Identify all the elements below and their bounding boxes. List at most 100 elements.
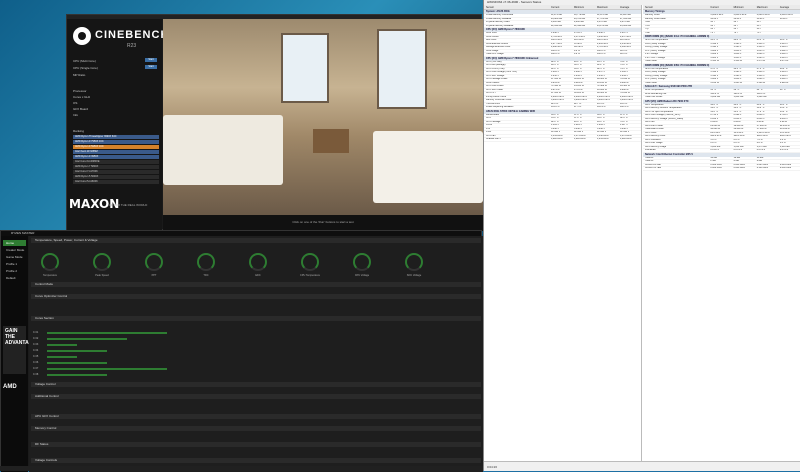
sensor-name: CPU Package Power [486, 78, 508, 80]
ryzen-master-window[interactable]: RYZEN MASTER Home Creator Mode Game Mode… [0, 230, 483, 472]
sensor-value: 12.096 V [551, 131, 561, 133]
nav-default[interactable]: Default [3, 275, 26, 281]
nav-creator-mode[interactable]: Creator Mode [3, 247, 26, 253]
nav-profile-1[interactable]: Profile 1 [3, 261, 26, 267]
column-header[interactable]: Sensor [484, 5, 549, 9]
sensor-value: 76 T [710, 31, 715, 34]
nav-home[interactable]: Home [3, 240, 26, 246]
sensor-value: 9,002 MB [574, 21, 584, 23]
sensor-name: GPU Hot Spot Temperature [645, 110, 674, 113]
sensor-value: 15.0 MHz [733, 131, 744, 134]
sensor-value: 10.004 W [597, 88, 607, 91]
sensor-value: 100.0 MHz [597, 39, 609, 41]
rank-item[interactable]: AMD Ryzen 5 5600X [73, 175, 159, 179]
rank-item[interactable]: AMD Ryzen 9 3950X [73, 155, 159, 159]
advertisement-banner[interactable]: GAIN THE ADVANTAGE [3, 326, 36, 374]
section-control-mode[interactable]: Control Mode [31, 282, 481, 287]
sensor-value: 56.0 °C [597, 117, 605, 119]
section-memory-control[interactable]: Memory Control [31, 426, 481, 431]
sensor-value: 1.395 V [733, 71, 742, 73]
sensor-value: 82.8 °C [551, 60, 559, 63]
column-header[interactable]: Current [549, 5, 572, 9]
column-header[interactable]: Maximum [755, 5, 778, 9]
hwinfo-left-pane[interactable]: Sensor Current Minimum Maximum Average System… [484, 5, 642, 461]
column-header[interactable]: Minimum [732, 5, 755, 9]
rank-item[interactable]: AMD Ryzen Threadripper 3990X 64C [73, 135, 159, 139]
section-additional-control[interactable]: Additional Control [31, 394, 481, 399]
sensor-name: CPU Core Power [486, 85, 504, 87]
sensor-name: +12V [486, 131, 492, 133]
sensor-row[interactable]: Current UP rate 0.000 KB/s 0.000 KB/s 2.138… [643, 167, 800, 171]
nav-profile-2[interactable]: Profile 2 [3, 268, 26, 274]
ryzen-sidebar: Home Creator Mode Game Mode Profile 1 Pr… [1, 236, 36, 472]
core-bar [47, 338, 127, 340]
hwinfo-window[interactable]: HWiNFO64 v7.36-4900 - Sensors Status Sen… [483, 0, 800, 471]
column-header[interactable]: Average [618, 5, 641, 9]
cinebench-window[interactable]: CINEBENCH R23 CPU (Multi Core) Start CPU… [66, 14, 483, 231]
sensor-value: 10.245 W [597, 81, 607, 84]
sensor-value: 14.123 W [574, 85, 584, 87]
rank-item[interactable]: Intel Core i7-11700K [73, 170, 159, 174]
nav-game-mode[interactable]: Game Mode [3, 254, 26, 260]
cpu-single-start-button[interactable]: Start [145, 65, 157, 69]
sensor-name: VPP (SWC) Voltage [645, 78, 666, 80]
sensor-name: VDD (SWA) Voltage [645, 42, 666, 45]
sensor-value: 1.085 V [551, 71, 559, 73]
sensor-value: 1.800 V [710, 49, 719, 52]
sensor-name: Trcd [645, 24, 650, 27]
rank-item[interactable]: AMD Ryzen 7 5800X [73, 165, 159, 169]
column-header[interactable]: Sensor [643, 5, 708, 9]
sensor-value: 1.082 V [574, 71, 582, 73]
sensor-name: GPU Memory Usage [645, 145, 667, 148]
sensor-value: 1.800 V [733, 78, 742, 80]
sensor-row[interactable]: Chassis Fan 1 1,028 RPM 1,020 RPM 1,034 RPM… [484, 138, 641, 142]
sensor-value: 51.0 °C [733, 110, 742, 113]
cinebench-status: Click on one of the 'Run' buttons to sta… [163, 215, 483, 231]
sensor-value: 47.3 °C [756, 67, 765, 70]
sensor-value: 53.0 °C [710, 110, 719, 113]
sensor-name: CPU Core Voltage (SVI3 TFN) [486, 71, 517, 73]
section-voltage-controls[interactable]: Voltage Controls [31, 458, 481, 463]
section-temperature[interactable]: Temperature, Speed, Power, Current & Vol… [31, 238, 481, 243]
sensor-value: 79.812 W [620, 78, 630, 80]
section-voltage-control[interactable]: Voltage Control [31, 382, 481, 387]
sensor-value: 12.096 V [574, 131, 584, 133]
rank-item[interactable]: Intel Core i9-10980XE [73, 160, 159, 164]
sensor-value: 1.250 V [551, 74, 559, 77]
section-curve-optimizer[interactable]: Curve Optimizer Control [31, 294, 481, 299]
section-cores[interactable]: Cores Section [31, 316, 481, 321]
column-header[interactable]: Maximum [595, 5, 618, 9]
sensor-name: Memory Controller Clock [486, 99, 512, 101]
rank-item[interactable]: AMD Ryzen 9 5950X 16C [73, 145, 159, 149]
sensor-value: 5.040 V [620, 127, 628, 130]
sensor-value: 53.6 MHz [779, 131, 790, 134]
sensor-value: 0.0 % [733, 142, 740, 144]
core-row: C 03 [33, 343, 39, 346]
sensor-value [778, 160, 800, 163]
sensor-value: 1,209 GB [756, 96, 767, 98]
rank-item[interactable]: AMD Ryzen 9 7950X 16C [73, 140, 159, 144]
sensor-value: 99.9 MHz [620, 39, 630, 41]
column-header[interactable]: Minimum [572, 5, 595, 9]
section-apu-gfx[interactable]: APU GFX Control [31, 414, 481, 419]
sensor-value: 1.410 V [756, 42, 765, 45]
column-header[interactable]: Current [708, 5, 731, 9]
sensor-value: 73.8 °C [620, 64, 628, 66]
section-df-status[interactable]: DF Status [31, 442, 481, 447]
cinebench-sidebar: CINEBENCH R23 CPU (Multi Core) Start CPU… [67, 19, 168, 231]
sensor-name: GPU Temperature [645, 103, 664, 106]
sensor-value: 909.0 MHz [733, 135, 745, 137]
sensor-value: 1.404 V [779, 71, 788, 73]
rank-item[interactable]: Intel Xeon W-3265M [73, 150, 159, 154]
sensor-name: Power Reporting Deviation [486, 106, 514, 108]
sensor-value: 99.8 MHz [574, 39, 584, 41]
sensor-value: 93.4 % [597, 102, 605, 105]
taskbar [0, 466, 483, 471]
sensor-value: 87.634 W [551, 92, 561, 94]
cpu-multi-start-button[interactable]: Start [145, 58, 157, 62]
hwinfo-right-pane[interactable]: Sensor Current Minimum Maximum Average Memory… [643, 5, 800, 461]
column-header[interactable]: Average [778, 5, 800, 9]
sensor-value: 46.2 °C [779, 67, 788, 70]
rank-item[interactable]: Intel Core i5-11600K [73, 180, 159, 184]
sensor-value: 76 T [756, 31, 762, 34]
